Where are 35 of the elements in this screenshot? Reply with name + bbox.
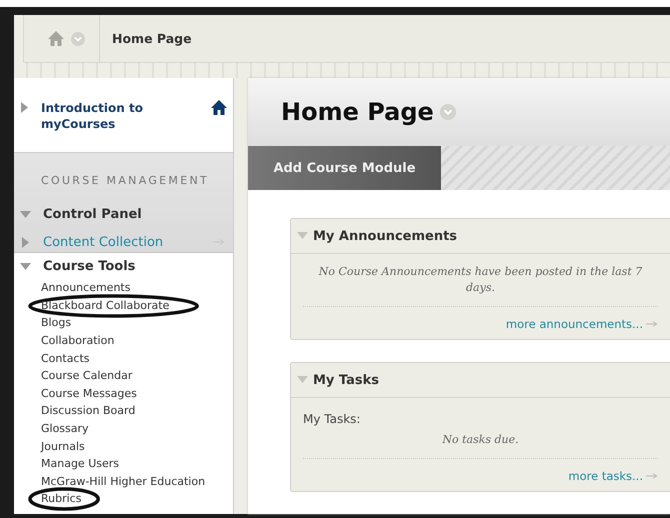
control-panel-heading[interactable]: Control Panel: [43, 206, 142, 222]
course-title-link[interactable]: Introduction to myCourses: [41, 100, 161, 132]
collapse-arrow-icon[interactable]: [20, 208, 31, 220]
arrow-right-icon: [646, 473, 658, 479]
course-tools-heading[interactable]: Course Tools: [43, 258, 136, 274]
section-heading: COURSE MANAGEMENT: [40, 174, 210, 187]
course-tool-link[interactable]: Collaboration: [41, 334, 114, 348]
module-title: My Tasks: [313, 372, 380, 388]
course-tool-link[interactable]: Announcements: [41, 281, 130, 294]
expand-arrow-icon[interactable]: [21, 102, 28, 113]
expand-arrow-icon[interactable]: [20, 236, 31, 248]
home-icon[interactable]: [48, 31, 64, 46]
arrow-right-icon: [646, 321, 658, 327]
course-tool-link[interactable]: Manage Users: [41, 457, 119, 470]
collapse-arrow-icon[interactable]: [297, 232, 308, 240]
course-tool-link[interactable]: McGraw-Hill Higher Education: [41, 474, 206, 488]
module-label: My Tasks:: [303, 412, 362, 426]
breadcrumb-item[interactable]: Home Page: [100, 31, 192, 46]
chevron-down-icon[interactable]: [440, 104, 456, 120]
course-tool-link[interactable]: Glossary: [41, 422, 89, 436]
course-tool-link[interactable]: Discussion Board: [41, 404, 136, 418]
collapse-arrow-icon[interactable]: [20, 260, 31, 272]
page-title: Home Page: [281, 98, 434, 126]
course-tool-link[interactable]: Course Messages: [41, 386, 137, 400]
empty-message: No tasks due.: [303, 432, 658, 459]
chevron-down-icon[interactable]: [71, 32, 85, 46]
empty-message: No Course Announcements have been posted in the last 7 days.: [303, 264, 658, 307]
course-tool-link[interactable]: Contacts: [41, 352, 90, 365]
course-tool-link[interactable]: Journals: [41, 440, 85, 453]
course-tool-link[interactable]: Course Calendar: [41, 369, 132, 382]
add-course-module-button[interactable]: Add Course Module: [248, 146, 441, 190]
home-icon: [211, 100, 227, 115]
course-tool-link[interactable]: Blogs: [41, 316, 72, 330]
module-title: My Announcements: [313, 228, 458, 244]
collapse-arrow-icon[interactable]: [297, 376, 308, 384]
